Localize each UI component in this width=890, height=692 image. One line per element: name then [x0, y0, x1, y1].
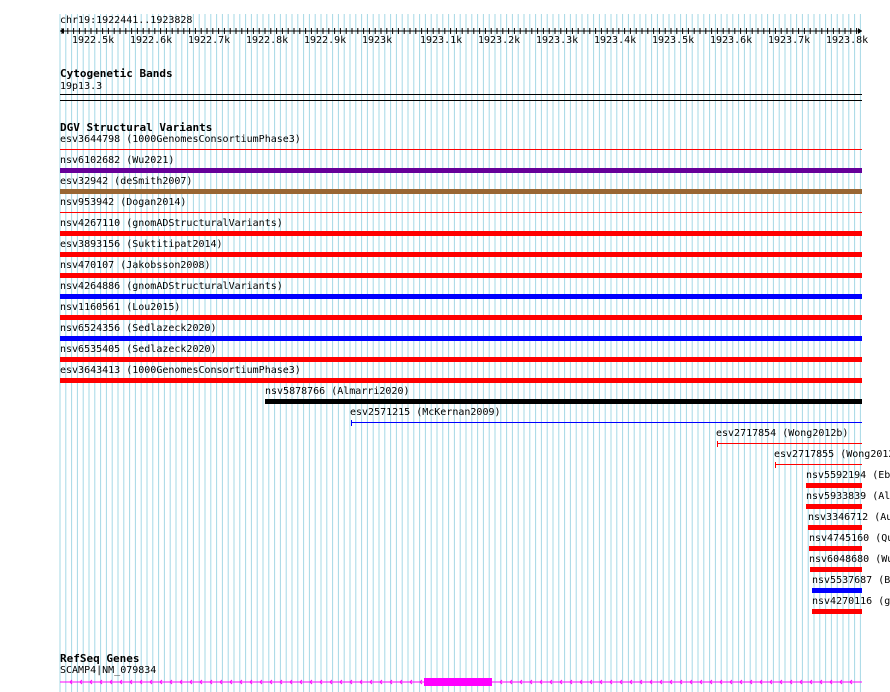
- variant-bar[interactable]: [60, 294, 862, 299]
- variant-bar[interactable]: [806, 483, 862, 488]
- variant-bar[interactable]: [60, 273, 862, 278]
- variant-label[interactable]: nsv5878766 (Almarri2020): [265, 386, 410, 397]
- variant-start-tick: [351, 420, 352, 426]
- variant-label[interactable]: nsv6048680 (Wu: [809, 554, 890, 565]
- cytoband-band[interactable]: [60, 94, 862, 95]
- dgv-track-title[interactable]: DGV Structural Variants: [60, 122, 212, 134]
- ruler-tick-label: 1923.7k: [768, 35, 811, 46]
- variant-bar[interactable]: [265, 399, 862, 404]
- ruler-tick-label: 1922.6k: [130, 35, 173, 46]
- variant-label[interactable]: nsv3346712 (Au: [808, 512, 890, 523]
- variant-label[interactable]: nsv470107 (Jakobsson2008): [60, 260, 211, 271]
- variant-bar[interactable]: [809, 546, 862, 551]
- variant-bar[interactable]: [60, 315, 862, 320]
- variant-label[interactable]: nsv5592194 (Eb: [806, 470, 890, 481]
- ruler-tick-label: 1923.3k: [536, 35, 579, 46]
- variant-label[interactable]: esv2717854 (Wong2012b): [716, 428, 848, 439]
- refseq-gene-model[interactable]: [0, 674, 890, 692]
- variant-label[interactable]: esv2571215 (McKernan2009): [350, 407, 501, 418]
- refseq-track-title[interactable]: RefSeq Genes: [60, 653, 139, 665]
- variant-bar[interactable]: [60, 168, 862, 173]
- cytoband-track-title[interactable]: Cytogenetic Bands: [60, 68, 173, 80]
- variant-bar[interactable]: [810, 567, 862, 572]
- ruler-tick-label: 1923.2k: [478, 35, 521, 46]
- variant-line[interactable]: [351, 422, 862, 423]
- variant-label[interactable]: esv3643413 (1000GenomesConsortiumPhase3): [60, 365, 301, 376]
- variant-label[interactable]: esv3893156 (Suktitipat2014): [60, 239, 223, 250]
- variant-label[interactable]: nsv6535405 (Sedlazeck2020): [60, 344, 217, 355]
- variant-bar[interactable]: [60, 252, 862, 257]
- variant-line[interactable]: [60, 149, 862, 150]
- ruler-tick-label: 1923.4k: [594, 35, 637, 46]
- variant-label[interactable]: nsv5537687 (B: [812, 575, 890, 586]
- variant-bar[interactable]: [812, 588, 862, 593]
- variant-start-tick: [717, 441, 718, 447]
- variant-label[interactable]: nsv4264886 (gnomADStructuralVariants): [60, 281, 283, 292]
- variant-label[interactable]: nsv953942 (Dogan2014): [60, 197, 186, 208]
- ruler-tick-label: 1923.5k: [652, 35, 695, 46]
- ruler-right-arrow: [858, 28, 862, 34]
- ruler-tick-label: 1923.1k: [420, 35, 463, 46]
- variant-label[interactable]: nsv4267110 (gnomADStructuralVariants): [60, 218, 283, 229]
- ruler-tick-label: 1923.6k: [710, 35, 753, 46]
- ruler-tick-label: 1922.9k: [304, 35, 347, 46]
- variant-bar[interactable]: [60, 336, 862, 341]
- variant-line[interactable]: [60, 212, 862, 213]
- variant-label[interactable]: esv2717855 (Wong2012: [774, 449, 890, 460]
- variant-label[interactable]: esv3644798 (1000GenomesConsortiumPhase3): [60, 134, 301, 145]
- variant-line[interactable]: [775, 464, 862, 465]
- variant-label[interactable]: nsv1160561 (Lou2015): [60, 302, 180, 313]
- variant-label[interactable]: esv32942 (deSmith2007): [60, 176, 192, 187]
- ruler-tick-label: 1922.7k: [188, 35, 231, 46]
- variant-line[interactable]: [717, 443, 862, 444]
- variant-bar[interactable]: [60, 231, 862, 236]
- variant-bar[interactable]: [60, 189, 862, 194]
- variant-label[interactable]: nsv6524356 (Sedlazeck2020): [60, 323, 217, 334]
- variant-bar[interactable]: [812, 609, 862, 614]
- variant-start-tick: [775, 462, 776, 468]
- ruler-tick-label: 1922.5k: [72, 35, 115, 46]
- variant-bar[interactable]: [60, 378, 862, 383]
- ruler-tick-label: 1922.8k: [246, 35, 289, 46]
- ruler-tick-label: 1923.8k: [826, 35, 869, 46]
- gene-exon: [424, 678, 492, 686]
- variant-bar[interactable]: [60, 357, 862, 362]
- variant-bar[interactable]: [806, 504, 862, 509]
- cytoband-label: 19p13.3: [60, 81, 103, 92]
- ruler-tick-label: 1923k: [362, 35, 393, 46]
- variant-label[interactable]: nsv5933839 (Al: [806, 491, 890, 502]
- section-divider: [60, 100, 862, 101]
- variant-label[interactable]: nsv4270116 (g: [812, 596, 890, 607]
- variant-bar[interactable]: [808, 525, 862, 530]
- variant-label[interactable]: nsv6102682 (Wu2021): [60, 155, 174, 166]
- variant-label[interactable]: nsv4745160 (Qu: [809, 533, 890, 544]
